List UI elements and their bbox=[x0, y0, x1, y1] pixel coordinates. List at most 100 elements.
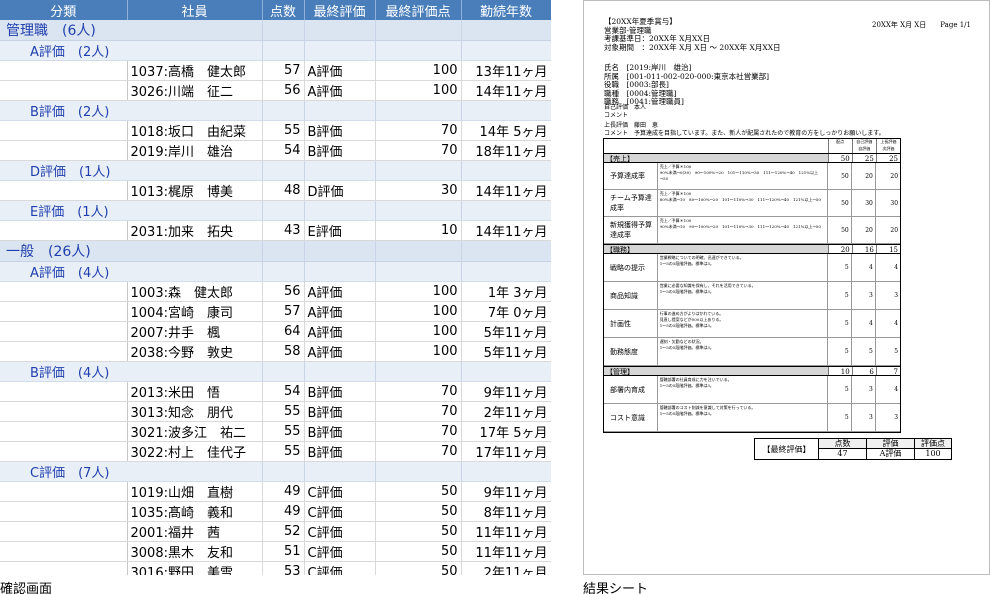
final-points-cell: 50 bbox=[375, 521, 462, 542]
score-column-header: 配点 自己評価 上長評価 bbox=[604, 139, 900, 146]
score-cell: 53 bbox=[262, 561, 305, 575]
col-header-tenure[interactable]: 勤続年数 bbox=[461, 0, 551, 20]
description-line: 1～5の5段階評価。標準は3。 bbox=[659, 289, 714, 294]
table-row[interactable]: 3016:野田 美雪 53 C評価 50 2年11ヶ月 bbox=[0, 561, 551, 575]
category-value: 50 bbox=[827, 154, 852, 163]
category-cell bbox=[0, 281, 128, 302]
tenure-cell: 13年11ヶ月 bbox=[461, 60, 551, 81]
table-row[interactable]: 3008:黒木 友和 51 C評価 50 11年11ヶ月 bbox=[0, 541, 551, 562]
subgroup-row[interactable]: B評価 (2人) bbox=[0, 100, 551, 121]
table-row[interactable]: 2038:今野 敦史 58 A評価 100 5年11ヶ月 bbox=[0, 341, 551, 362]
final-points-cell: 50 bbox=[375, 541, 462, 562]
table-row[interactable]: 1004:宮崎 康司 57 A評価 100 7年 0ヶ月 bbox=[0, 301, 551, 322]
table-row[interactable]: 3021:波多江 祐二 55 B評価 70 17年 5ヶ月 bbox=[0, 421, 551, 442]
score-cell: 58 bbox=[262, 341, 305, 362]
item-value: 5 bbox=[828, 376, 852, 403]
table-row[interactable]: 1019:山畑 直樹 49 C評価 50 9年11ヶ月 bbox=[0, 481, 551, 502]
tenure-cell: 14年11ヶ月 bbox=[461, 80, 551, 101]
table-row[interactable]: 2007:井手 楓 64 A評価 100 5年11ヶ月 bbox=[0, 321, 551, 342]
group-row[interactable]: 管理職 (6人) bbox=[0, 20, 551, 41]
description-line: 1～5の5段階評価。標準は3。 bbox=[659, 383, 714, 388]
table-row[interactable]: 3013:知念 朋代 55 B評価 70 2年11ヶ月 bbox=[0, 401, 551, 422]
subgroup-row[interactable]: A評価 (4人) bbox=[0, 261, 551, 282]
category-name: 【管理】 bbox=[606, 368, 634, 376]
group-cell bbox=[460, 20, 551, 41]
subgroup-cell bbox=[261, 160, 304, 181]
description-line: 1～5の5段階評価。標準は3。 bbox=[659, 411, 714, 416]
subgroup-row[interactable]: D評価 (1人) bbox=[0, 160, 551, 181]
tenure-cell: 14年 5ヶ月 bbox=[461, 120, 551, 141]
table-row[interactable]: 1018:坂口 由紀菜 55 B評価 70 14年 5ヶ月 bbox=[0, 120, 551, 141]
supervisor-comment: 上長評価 藤田 恵コメント 予算達成を目指しています。また、新人が配属されたので… bbox=[604, 122, 885, 138]
final-rating-cell: C評価 bbox=[304, 541, 376, 562]
item-description: 売上／予算＊100 80%未満→10 80～100%→20 101～110%→30… bbox=[658, 190, 828, 216]
sheet-date: 20XX年 X月 X日 Page 1/1 bbox=[872, 21, 971, 29]
final-score-cell: 点数 47 bbox=[819, 439, 867, 459]
subgroup-row[interactable]: C評価 (7人) bbox=[0, 461, 551, 482]
table-row[interactable]: 2031:加来 拓央 43 E評価 10 14年11ヶ月 bbox=[0, 220, 551, 241]
col-header-final-points[interactable]: 最終評価点 bbox=[375, 0, 462, 20]
item-label: 勤務態度 bbox=[604, 338, 658, 365]
final-points-cell: 100 bbox=[375, 60, 462, 81]
category-cell bbox=[0, 301, 128, 322]
group-cell bbox=[303, 20, 375, 41]
employee-cell: 2007:井手 楓 bbox=[127, 321, 263, 342]
final-points-cell: 10 bbox=[375, 220, 462, 241]
tenure-cell: 5年11ヶ月 bbox=[461, 321, 551, 342]
category-cell bbox=[0, 341, 128, 362]
col-header-category[interactable]: 分類 bbox=[0, 0, 128, 20]
score-item: 部署内育成 管轄部署の社員育成に力を注いでいる。 1～5の5段階評価。標準は3。 5 3… bbox=[604, 376, 900, 404]
final-rating-cell: C評価 bbox=[304, 501, 376, 522]
final-rating-cell: C評価 bbox=[304, 561, 376, 575]
final-rating-cell: B評価 bbox=[304, 381, 376, 402]
table-row[interactable]: 2019:岸川 雄治 54 B評価 70 18年11ヶ月 bbox=[0, 140, 551, 161]
final-rating-cell: A評価 bbox=[304, 60, 376, 81]
final-rating-cell: E評価 bbox=[304, 220, 376, 241]
table-row[interactable]: 3022:村上 佳代子 55 B評価 70 17年11ヶ月 bbox=[0, 441, 551, 462]
final-rating-cell: B評価 bbox=[304, 140, 376, 161]
subgroup-cell bbox=[460, 160, 551, 181]
score-cell: 43 bbox=[262, 220, 305, 241]
item-description: 営業に必要な知識を保有し、それを活用できている。 1～5の5段階評価。標準は3。 bbox=[658, 282, 828, 309]
group-cell bbox=[374, 240, 461, 262]
sheet-header: 【20XX年夏季賞与】 営業部-管理職 考課基準日：20XX年 X月XX日 対象期間 … bbox=[604, 17, 781, 52]
table-row[interactable]: 2001:福井 茜 52 C評価 50 11年11ヶ月 bbox=[0, 521, 551, 542]
col-header-score[interactable]: 点数 bbox=[262, 0, 305, 20]
item-description: 売上／予算＊100 90%未満→10 90～100%→20 101～110%→30… bbox=[658, 217, 828, 243]
score-cell: 54 bbox=[262, 381, 305, 402]
final-rating-cell: A評価 bbox=[304, 341, 376, 362]
table-row[interactable]: 1035:髙崎 義和 49 C評価 50 8年11ヶ月 bbox=[0, 501, 551, 522]
table-row[interactable]: 3026:川端 征二 56 A評価 100 14年11ヶ月 bbox=[0, 80, 551, 101]
employee-cell: 1013:梶原 博美 bbox=[127, 180, 263, 201]
col-header-final-rating[interactable]: 最終評価 bbox=[304, 0, 376, 20]
table-row[interactable]: 1037:高橋 健太郎 57 A評価 100 13年11ヶ月 bbox=[0, 60, 551, 81]
table-row[interactable]: 1013:梶原 博美 48 D評価 30 14年11ヶ月 bbox=[0, 180, 551, 201]
table-row[interactable]: 1003:森 健太郎 56 A評価 100 1年 3ヶ月 bbox=[0, 281, 551, 302]
category-cell bbox=[0, 421, 128, 442]
score-cell: 55 bbox=[262, 120, 305, 141]
group-row[interactable]: 一般 (26人) bbox=[0, 240, 551, 262]
item-value: 5 bbox=[828, 404, 852, 431]
group-label: 一般 (26人) bbox=[0, 240, 262, 262]
score-cell: 57 bbox=[262, 301, 305, 322]
tenure-cell: 11年11ヶ月 bbox=[461, 541, 551, 562]
subgroup-row[interactable]: B評価 (4人) bbox=[0, 361, 551, 382]
subgroup-label: B評価 (4人) bbox=[0, 361, 262, 382]
tenure-cell: 5年11ヶ月 bbox=[461, 341, 551, 362]
subgroup-row[interactable]: E評価 (1人) bbox=[0, 200, 551, 221]
table-row[interactable]: 2013:米田 悟 54 B評価 70 9年11ヶ月 bbox=[0, 381, 551, 402]
subgroup-row[interactable]: A評価 (2人) bbox=[0, 40, 551, 61]
item-value: 3 bbox=[894, 292, 899, 299]
employee-cell: 1003:森 健太郎 bbox=[127, 281, 263, 302]
item-label: 計画性 bbox=[604, 310, 658, 337]
tenure-cell: 18年11ヶ月 bbox=[461, 140, 551, 161]
score-cell: 56 bbox=[262, 80, 305, 101]
col-header-employee[interactable]: 社員 bbox=[127, 0, 263, 20]
final-rating-label: 【最終評価】 bbox=[755, 439, 819, 459]
subgroup-cell bbox=[374, 100, 461, 121]
final-points-cell: 100 bbox=[375, 281, 462, 302]
score-item: 勤務態度 遅刻・欠勤などの状況。 1～5の5段階評価。標準は3。 5 5 5 bbox=[604, 338, 900, 366]
final-points-cell: 70 bbox=[375, 120, 462, 141]
subgroup-cell bbox=[460, 100, 551, 121]
column-subheader: 自評価 bbox=[851, 146, 876, 153]
